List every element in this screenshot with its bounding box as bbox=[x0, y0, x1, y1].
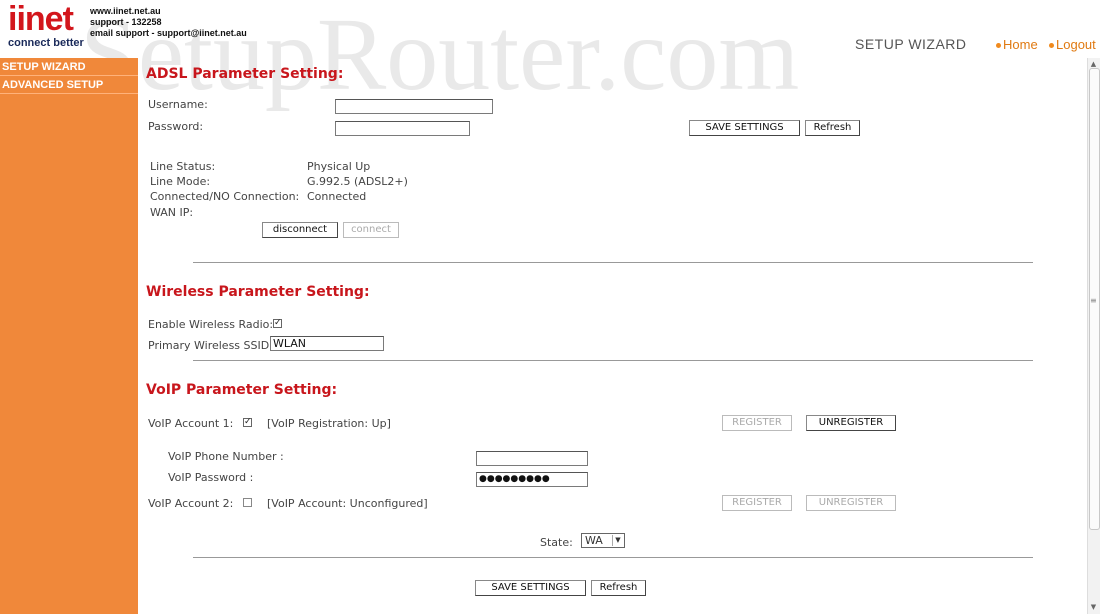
connection-value: Connected bbox=[307, 190, 367, 203]
state-select[interactable]: WA ▼ bbox=[581, 533, 625, 548]
ssid-input[interactable] bbox=[270, 336, 384, 351]
ssid-label: Primary Wireless SSID: bbox=[148, 339, 273, 352]
wireless-section-title: Wireless Parameter Setting: bbox=[146, 284, 370, 300]
divider bbox=[193, 557, 1033, 558]
voip-phone-label: VoIP Phone Number : bbox=[168, 450, 284, 463]
username-input[interactable] bbox=[335, 99, 493, 114]
disconnect-button[interactable]: disconnect bbox=[262, 222, 338, 238]
divider bbox=[193, 262, 1033, 263]
voip-section-title: VoIP Parameter Setting: bbox=[146, 382, 338, 398]
line-status-value: Physical Up bbox=[307, 160, 371, 173]
password-input[interactable] bbox=[335, 121, 470, 136]
contact-info: www.iinet.net.au support - 132258 email … bbox=[90, 6, 247, 39]
account1-unregister-button[interactable]: UNREGISTER bbox=[806, 415, 896, 431]
voip-account2-status: [VoIP Account: Unconfigured] bbox=[267, 497, 428, 510]
voip-phone-input[interactable] bbox=[476, 451, 588, 466]
voip-password-input[interactable]: ●●●●●●●●● bbox=[476, 472, 588, 487]
voip-account1-checkbox[interactable]: ✓ bbox=[243, 418, 252, 427]
logout-link-label: Logout bbox=[1056, 37, 1096, 52]
logo-text: iinet bbox=[8, 0, 74, 38]
username-label: Username: bbox=[148, 98, 208, 111]
voip-account2-label: VoIP Account 2: bbox=[148, 497, 234, 510]
footer-save-settings-button[interactable]: SAVE SETTINGS bbox=[475, 580, 586, 596]
password-label: Password: bbox=[148, 120, 204, 133]
line-mode-value: G.992.5 (ADSL2+) bbox=[307, 175, 408, 188]
chevron-down-icon[interactable]: ▼ bbox=[612, 535, 623, 546]
wan-ip-label: WAN IP: bbox=[150, 206, 194, 219]
sidebar-item-advanced-setup[interactable]: ADVANCED SETUP bbox=[0, 77, 138, 94]
adsl-refresh-button[interactable]: Refresh bbox=[805, 120, 860, 136]
voip-password-label: VoIP Password : bbox=[168, 471, 254, 484]
check-icon: ✓ bbox=[274, 318, 282, 328]
website-line: www.iinet.net.au bbox=[90, 6, 161, 16]
bullet-icon bbox=[1049, 43, 1054, 49]
line-status-label: Line Status: bbox=[150, 160, 216, 173]
connection-label: Connected/NO Connection: bbox=[150, 190, 300, 203]
account1-register-button[interactable]: REGISTER bbox=[722, 415, 792, 431]
account2-unregister-button[interactable]: UNREGISTER bbox=[806, 495, 896, 511]
enable-wireless-label: Enable Wireless Radio: bbox=[148, 318, 274, 331]
home-link-label: Home bbox=[1003, 37, 1038, 52]
bullet-icon bbox=[996, 43, 1001, 49]
voip-account1-label: VoIP Account 1: bbox=[148, 417, 234, 430]
voip-account1-status: [VoIP Registration: Up] bbox=[267, 417, 391, 430]
enable-wireless-checkbox[interactable]: ✓ bbox=[273, 319, 282, 328]
line-mode-label: Line Mode: bbox=[150, 175, 211, 188]
state-select-value: WA bbox=[585, 534, 603, 547]
sidebar-item-setup-wizard[interactable]: SETUP WIZARD bbox=[0, 59, 138, 76]
account2-register-button[interactable]: REGISTER bbox=[722, 495, 792, 511]
connect-button[interactable]: connect bbox=[343, 222, 399, 238]
state-label: State: bbox=[540, 536, 573, 549]
footer-refresh-button[interactable]: Refresh bbox=[591, 580, 646, 596]
adsl-save-settings-button[interactable]: SAVE SETTINGS bbox=[689, 120, 800, 136]
sidebar bbox=[0, 58, 138, 614]
iinet-logo: iinet bbox=[8, 0, 74, 38]
logo-tagline: connect better bbox=[8, 37, 84, 49]
page-title: SETUP WIZARD bbox=[855, 36, 967, 52]
logout-link[interactable]: Logout bbox=[1049, 37, 1096, 52]
adsl-section-title: ADSL Parameter Setting: bbox=[146, 66, 344, 82]
scrollbar-grip-icon: ≡ bbox=[1090, 296, 1097, 305]
check-icon: ✓ bbox=[244, 417, 252, 427]
divider bbox=[193, 360, 1033, 361]
voip-account2-checkbox[interactable] bbox=[243, 498, 252, 507]
email-support-line: email support - support@iinet.net.au bbox=[90, 28, 247, 38]
scroll-down-icon[interactable]: ▼ bbox=[1088, 602, 1099, 612]
support-line: support - 132258 bbox=[90, 17, 162, 27]
home-link[interactable]: Home bbox=[996, 37, 1038, 52]
